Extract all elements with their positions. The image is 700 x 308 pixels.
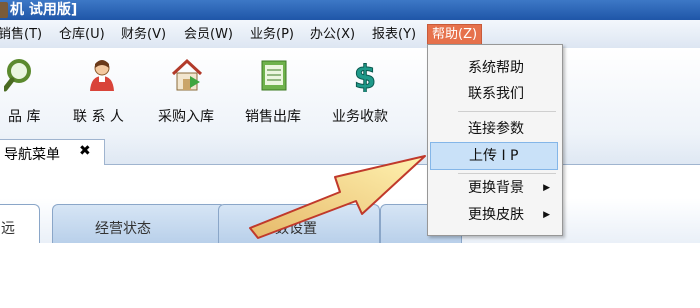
menu-item-change-background[interactable]: 更换背景 ▶: [430, 175, 558, 201]
menu-warehouse[interactable]: 仓库(U): [59, 25, 105, 45]
content-panel: [0, 243, 700, 308]
submenu-arrow-icon: ▶: [543, 210, 550, 220]
toolbar-label: 品 库: [8, 109, 41, 125]
menu-help[interactable]: 帮助(Z): [427, 24, 483, 46]
menu-item-connection-params[interactable]: 连接参数: [430, 116, 558, 142]
submenu-arrow-icon: ▶: [543, 183, 550, 193]
menu-separator: [458, 173, 556, 174]
close-icon[interactable]: ✖: [79, 143, 91, 159]
purchase-house-icon: [171, 58, 203, 91]
toolbar-label: 采购入库: [158, 109, 214, 125]
magnifier-icon: [4, 59, 31, 92]
title-bar: 机 试用版]: [0, 0, 700, 20]
nav-tab-strip: 导航菜单 ✖: [0, 134, 700, 165]
subtab-first[interactable]: 远: [0, 204, 40, 243]
sales-book-icon: [261, 60, 287, 91]
tab-nav-menu[interactable]: 导航菜单 ✖: [0, 139, 105, 165]
menu-item-system-help[interactable]: 系统帮助: [430, 55, 558, 81]
toolbar-label: 销售出库: [245, 109, 301, 125]
toolbar-product-library[interactable]: 品 库: [0, 54, 50, 134]
menu-item-label: 系统帮助: [468, 60, 524, 76]
menu-item-label: 连接参数: [468, 121, 524, 137]
subtab-business-status[interactable]: 经营状态: [52, 204, 226, 243]
help-dropdown-menu: 系统帮助 联系我们 连接参数 上传 I P 更换背景 ▶ 更换皮肤 ▶: [427, 44, 563, 236]
toolbar-label: 业务收款: [332, 109, 388, 125]
subtab-label: 参数设置: [261, 221, 317, 237]
menu-bar: 销售(T) 仓库(U) 财务(V) 会员(W) 业务(P) 办公(X) 报表(Y…: [0, 20, 700, 49]
menu-member[interactable]: 会员(W): [184, 25, 233, 45]
toolbar: 品 库 联 系 人 采购入库 销售出库 $ 业务收款: [0, 48, 700, 135]
menu-office[interactable]: 办公(X): [310, 25, 355, 45]
menu-reports[interactable]: 报表(Y): [372, 25, 416, 45]
contact-person-icon: [90, 60, 114, 91]
menu-sales[interactable]: 销售(T): [0, 25, 42, 45]
menu-item-upload-ip[interactable]: 上传 I P: [430, 142, 558, 170]
svg-text:$: $: [354, 58, 376, 92]
menu-item-label: 上传 I P: [469, 148, 519, 164]
toolbar-business-receipt[interactable]: $ 业务收款: [330, 54, 400, 134]
menu-separator: [458, 111, 556, 112]
menu-business[interactable]: 业务(P): [250, 25, 294, 45]
app-icon: [0, 2, 8, 18]
subtab-strip: 远 经营状态 参数设置: [0, 198, 700, 244]
menu-item-label: 更换皮肤: [468, 207, 524, 223]
menu-item-label: 联系我们: [468, 86, 524, 102]
menu-item-change-skin[interactable]: 更换皮肤 ▶: [430, 202, 558, 228]
content-area: 远 经营状态 参数设置: [0, 165, 700, 308]
dollar-icon: $: [353, 58, 376, 92]
menu-finance[interactable]: 财务(V): [121, 25, 166, 45]
subtab-label: 经营状态: [95, 221, 151, 237]
tab-label: 导航菜单: [4, 147, 60, 163]
menu-item-contact-us[interactable]: 联系我们: [430, 81, 558, 107]
subtab-parameter-settings[interactable]: 参数设置: [218, 204, 380, 243]
window-title: 机 试用版]: [10, 2, 78, 18]
menu-item-label: 更换背景: [468, 180, 524, 196]
toolbar-sales-out[interactable]: 销售出库: [243, 54, 313, 134]
toolbar-purchase-in[interactable]: 采购入库: [156, 54, 226, 134]
toolbar-label: 联 系 人: [73, 109, 124, 125]
subtab-label: 远: [1, 221, 15, 237]
toolbar-contacts[interactable]: 联 系 人: [65, 54, 141, 134]
